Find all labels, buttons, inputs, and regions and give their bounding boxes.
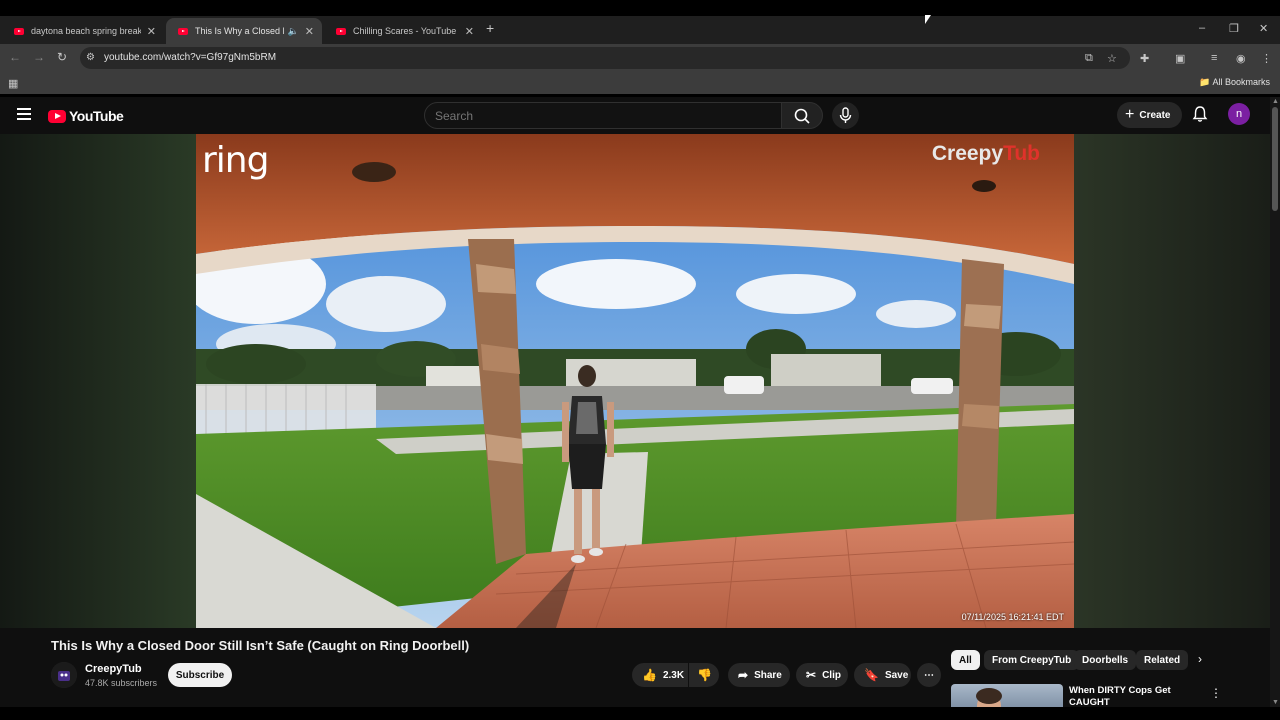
camera-timestamp: 07/11/2025 16:21:41 EDT	[961, 612, 1064, 622]
screen-top-bar	[0, 0, 1280, 16]
ambient-glow-right	[1074, 134, 1270, 628]
tab-search-icon[interactable]: ≡	[1211, 52, 1217, 64]
page-scrollbar[interactable]: ▲ ▼	[1270, 97, 1280, 707]
chip-doorbells[interactable]: Doorbells	[1074, 650, 1137, 670]
search-icon	[794, 108, 810, 124]
video-title: This Is Why a Closed Door Still Isn’t Sa…	[51, 638, 470, 653]
omnibox[interactable]: ⚙ youtube.com/watch?v=Gf97gNm5bRM	[80, 47, 1130, 69]
profile-icon[interactable]: ◉	[1236, 52, 1246, 65]
close-tab-icon[interactable]: ✕	[465, 25, 474, 38]
subscribe-button[interactable]: Subscribe	[168, 663, 232, 687]
close-tab-icon[interactable]: ✕	[147, 25, 156, 38]
browser-menu-icon[interactable]: ⋮	[1261, 52, 1272, 65]
tab-chilling-scares[interactable]: Chilling Scares - YouTube ✕	[324, 18, 482, 44]
channel-name[interactable]: CreepyTub	[85, 663, 142, 675]
channel-avatar-icon	[51, 662, 77, 688]
bookmarks-bar: ▦ 📁 All Bookmarks	[0, 72, 1280, 94]
microphone-icon	[839, 107, 852, 123]
tab-daytona[interactable]: daytona beach spring break 20 ✕	[2, 18, 164, 44]
chip-related[interactable]: Related	[1136, 650, 1189, 670]
new-tab-icon[interactable]: +	[486, 20, 494, 36]
search-box[interactable]	[424, 102, 782, 129]
extensions-icon[interactable]: ✚	[1140, 52, 1149, 65]
apps-grid-icon[interactable]: ▦	[8, 77, 18, 90]
search-button[interactable]	[781, 102, 823, 129]
plus-icon: +	[1125, 106, 1135, 123]
install-app-icon[interactable]: ⧉	[1085, 52, 1093, 65]
clip-button[interactable]: ✂ Clip	[796, 663, 848, 687]
speaker-icon[interactable]: 🔈	[288, 26, 299, 37]
reload-icon[interactable]: ↻	[57, 50, 67, 64]
forward-icon[interactable]: →	[33, 50, 45, 64]
bookmark-icon: 🔖	[864, 668, 879, 682]
restore-icon[interactable]: ❐	[1229, 22, 1239, 35]
mouse-cursor-icon	[925, 15, 931, 24]
video-frame	[196, 134, 1074, 628]
tab-current-video[interactable]: This Is Why a Closed Door S 🔈 ✕	[166, 18, 322, 44]
youtube-favicon-icon	[336, 27, 346, 35]
share-arrow-icon: ➦	[738, 668, 749, 682]
menu-icon[interactable]	[17, 108, 31, 123]
ring-logo: ring	[202, 140, 269, 181]
thumbs-up-icon: 👍	[642, 668, 657, 682]
close-tab-icon[interactable]: ✕	[305, 25, 314, 38]
share-button[interactable]: ➦ Share	[728, 663, 790, 687]
recommendation-more-icon[interactable]: ⋮	[1210, 686, 1222, 700]
url-text[interactable]: youtube.com/watch?v=Gf97gNm5bRM	[104, 52, 276, 63]
ambient-glow-left	[0, 134, 196, 628]
youtube-favicon-icon	[14, 27, 24, 35]
subscriber-count: 47.8K subscribers	[85, 678, 158, 688]
youtube-favicon-icon	[178, 27, 188, 35]
notifications-bell-icon[interactable]	[1192, 105, 1208, 123]
scroll-down-icon[interactable]: ▼	[1272, 699, 1279, 706]
dislike-button[interactable]: 👎	[689, 663, 719, 687]
like-button[interactable]: 👍 2.3K	[632, 663, 688, 687]
chip-from-creepytub[interactable]: From CreepyTub	[984, 650, 1080, 670]
recommendation-title[interactable]: When DIRTY Cops Get CAUGHT	[1069, 685, 1189, 709]
more-horizontal-icon: ⋯	[924, 669, 934, 681]
account-avatar[interactable]: n	[1228, 103, 1250, 125]
channel-avatar[interactable]	[51, 662, 77, 688]
scroll-up-icon[interactable]: ▲	[1272, 98, 1279, 105]
chevron-right-icon[interactable]: ›	[1198, 652, 1202, 666]
all-bookmarks[interactable]: 📁 All Bookmarks	[1199, 77, 1270, 88]
video-player[interactable]: ring CreepyTub 07/11/2025 16:21:41 EDT	[196, 134, 1074, 628]
create-button[interactable]: + Create	[1117, 102, 1182, 128]
minimize-icon[interactable]: –	[1199, 22, 1205, 34]
recommendation-thumbnail[interactable]	[951, 684, 1063, 708]
site-info-icon[interactable]: ⚙	[86, 52, 98, 64]
scissors-icon: ✂	[806, 668, 817, 682]
save-button[interactable]: 🔖 Save	[854, 663, 911, 687]
back-icon[interactable]: ←	[9, 50, 21, 64]
thumbs-down-icon: 👎	[697, 668, 712, 682]
all-bookmarks-label: All Bookmarks	[1212, 77, 1270, 87]
voice-search-button[interactable]	[832, 102, 859, 129]
browser-tabstrip: daytona beach spring break 20 ✕ This Is …	[0, 16, 1280, 44]
youtube-header: YouTube + Create n	[0, 97, 1270, 134]
address-bar-row: ← → ↻ ⚙ youtube.com/watch?v=Gf97gNm5bRM …	[0, 44, 1280, 72]
video-details: This Is Why a Closed Door Still Isn’t Sa…	[0, 628, 1270, 708]
player-area: ring CreepyTub 07/11/2025 16:21:41 EDT	[0, 134, 1270, 628]
bookmark-star-icon[interactable]: ☆	[1107, 52, 1117, 65]
media-control-icon[interactable]: ▣	[1175, 52, 1185, 65]
youtube-logo[interactable]: YouTube	[48, 108, 124, 124]
close-window-icon[interactable]: ✕	[1259, 22, 1268, 35]
scrollbar-thumb[interactable]	[1272, 107, 1278, 211]
youtube-play-icon	[48, 109, 66, 123]
screen-bottom-bar	[0, 707, 1280, 720]
search-input[interactable]	[425, 103, 781, 128]
chip-all[interactable]: All	[951, 650, 980, 670]
creepytub-watermark: CreepyTub	[931, 142, 1040, 165]
more-actions-button[interactable]: ⋯	[917, 663, 941, 687]
recommendation-image	[976, 688, 1002, 708]
